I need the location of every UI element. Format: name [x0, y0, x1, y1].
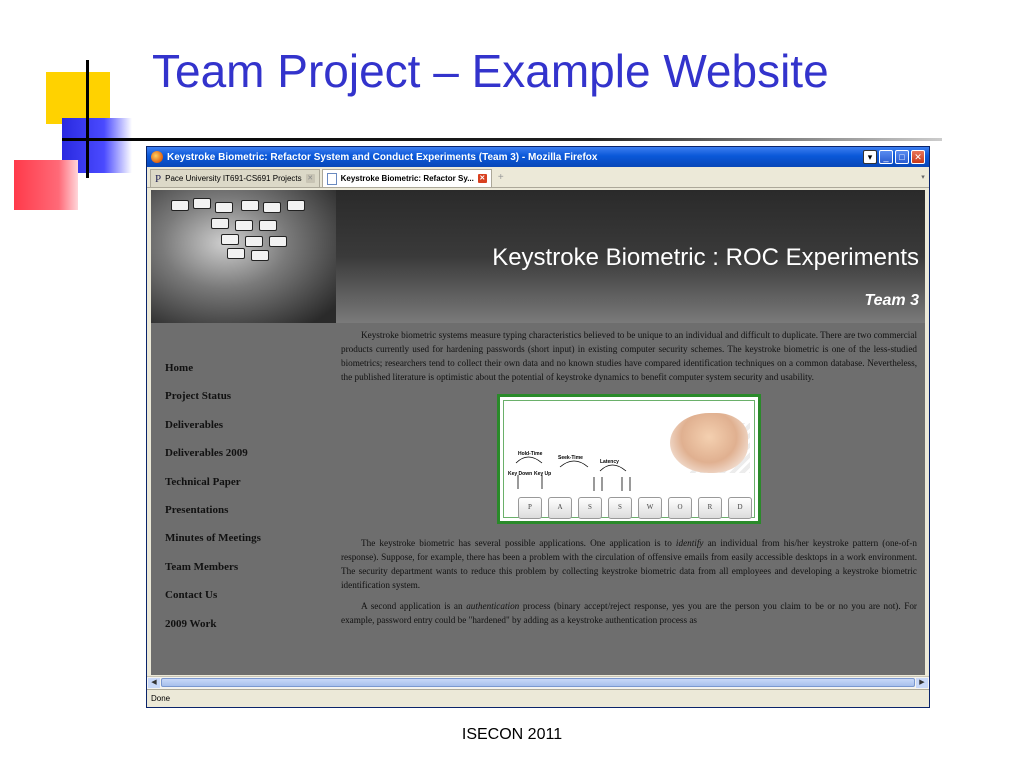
window-title: Keystroke Biometric: Refactor System and…: [167, 151, 598, 163]
status-bar: Done: [147, 689, 929, 706]
nav-team-members[interactable]: Team Members: [165, 561, 325, 589]
figure-key: R: [698, 497, 722, 519]
firefox-icon: [151, 151, 163, 163]
figure-key: S: [578, 497, 602, 519]
scroll-left-icon[interactable]: ◀: [148, 678, 160, 688]
tab-list-dropdown-icon[interactable]: ▾: [917, 169, 929, 187]
figure-key: D: [728, 497, 752, 519]
window-titlebar[interactable]: Keystroke Biometric: Refactor System and…: [147, 147, 929, 167]
scrollbar-thumb[interactable]: [161, 678, 915, 687]
minimize-button[interactable]: _: [879, 150, 893, 164]
tab-bar: P Pace University IT691-CS691 Projects ✕…: [147, 167, 929, 188]
decor-yellow-square: [46, 72, 110, 124]
nav-technical-paper[interactable]: Technical Paper: [165, 476, 325, 504]
new-tab-button[interactable]: +: [494, 172, 508, 183]
scroll-right-icon[interactable]: ▶: [916, 678, 928, 688]
nav-presentations[interactable]: Presentations: [165, 504, 325, 532]
page-content: Keystroke biometric systems measure typi…: [341, 328, 917, 634]
keystroke-diagram: Hold-Time Seek-Time Latency Key Down Key…: [497, 394, 761, 524]
nav-2009-work[interactable]: 2009 Work: [165, 618, 325, 646]
decor-horizontal-line: [62, 138, 942, 141]
tab-label: Pace University IT691-CS691 Projects: [165, 174, 302, 183]
figure-key: A: [548, 497, 572, 519]
tab-close-icon[interactable]: ✕: [305, 174, 315, 183]
applications-paragraph: The keystroke biometric has several poss…: [341, 538, 917, 590]
site-banner: Keystroke Biometric : ROC Experiments Te…: [151, 190, 925, 323]
intro-paragraph: Keystroke biometric systems measure typi…: [341, 330, 917, 382]
nav-deliverables[interactable]: Deliverables: [165, 419, 325, 447]
decor-red-square: [14, 160, 78, 210]
site-team-label: Team 3: [864, 292, 919, 309]
maximize-button[interactable]: □: [895, 150, 909, 164]
horizontal-scrollbar[interactable]: ◀ ▶: [147, 676, 929, 689]
site-nav: Home Project Status Deliverables Deliver…: [165, 362, 325, 646]
keyboard-image: [151, 190, 336, 323]
site-title: Keystroke Biometric : ROC Experiments: [492, 244, 919, 271]
nav-deliverables-2009[interactable]: Deliverables 2009: [165, 447, 325, 475]
authentication-paragraph: A second application is an authenticatio…: [341, 601, 917, 625]
figure-key: P: [518, 497, 542, 519]
nav-home[interactable]: Home: [165, 362, 325, 390]
slide-title: Team Project – Example Website: [152, 45, 829, 97]
figure-key: S: [608, 497, 632, 519]
figure-key: O: [668, 497, 692, 519]
browser-window: Keystroke Biometric: Refactor System and…: [146, 146, 930, 708]
web-page: Keystroke Biometric : ROC Experiments Te…: [151, 190, 925, 675]
nav-minutes-of-meetings[interactable]: Minutes of Meetings: [165, 532, 325, 560]
close-button[interactable]: ✕: [911, 150, 925, 164]
decor-vertical-line: [86, 60, 89, 178]
nav-contact-us[interactable]: Contact Us: [165, 589, 325, 617]
tab-close-icon[interactable]: ✕: [477, 174, 487, 183]
pace-favicon-icon: P: [155, 172, 162, 185]
tab-label: Keystroke Biometric: Refactor Sy...: [340, 174, 474, 183]
slide-footer: ISECON 2011: [461, 726, 563, 743]
nav-project-status[interactable]: Project Status: [165, 390, 325, 418]
tab-keystroke-biometric[interactable]: Keystroke Biometric: Refactor Sy... ✕: [321, 169, 492, 187]
tab-pace-projects[interactable]: P Pace University IT691-CS691 Projects ✕: [150, 169, 320, 187]
timing-arrows: [515, 456, 631, 491]
menu-icon[interactable]: ▾: [863, 150, 877, 164]
document-icon: [326, 172, 337, 185]
figure-key: W: [638, 497, 662, 519]
hands-illustration: [670, 413, 748, 473]
